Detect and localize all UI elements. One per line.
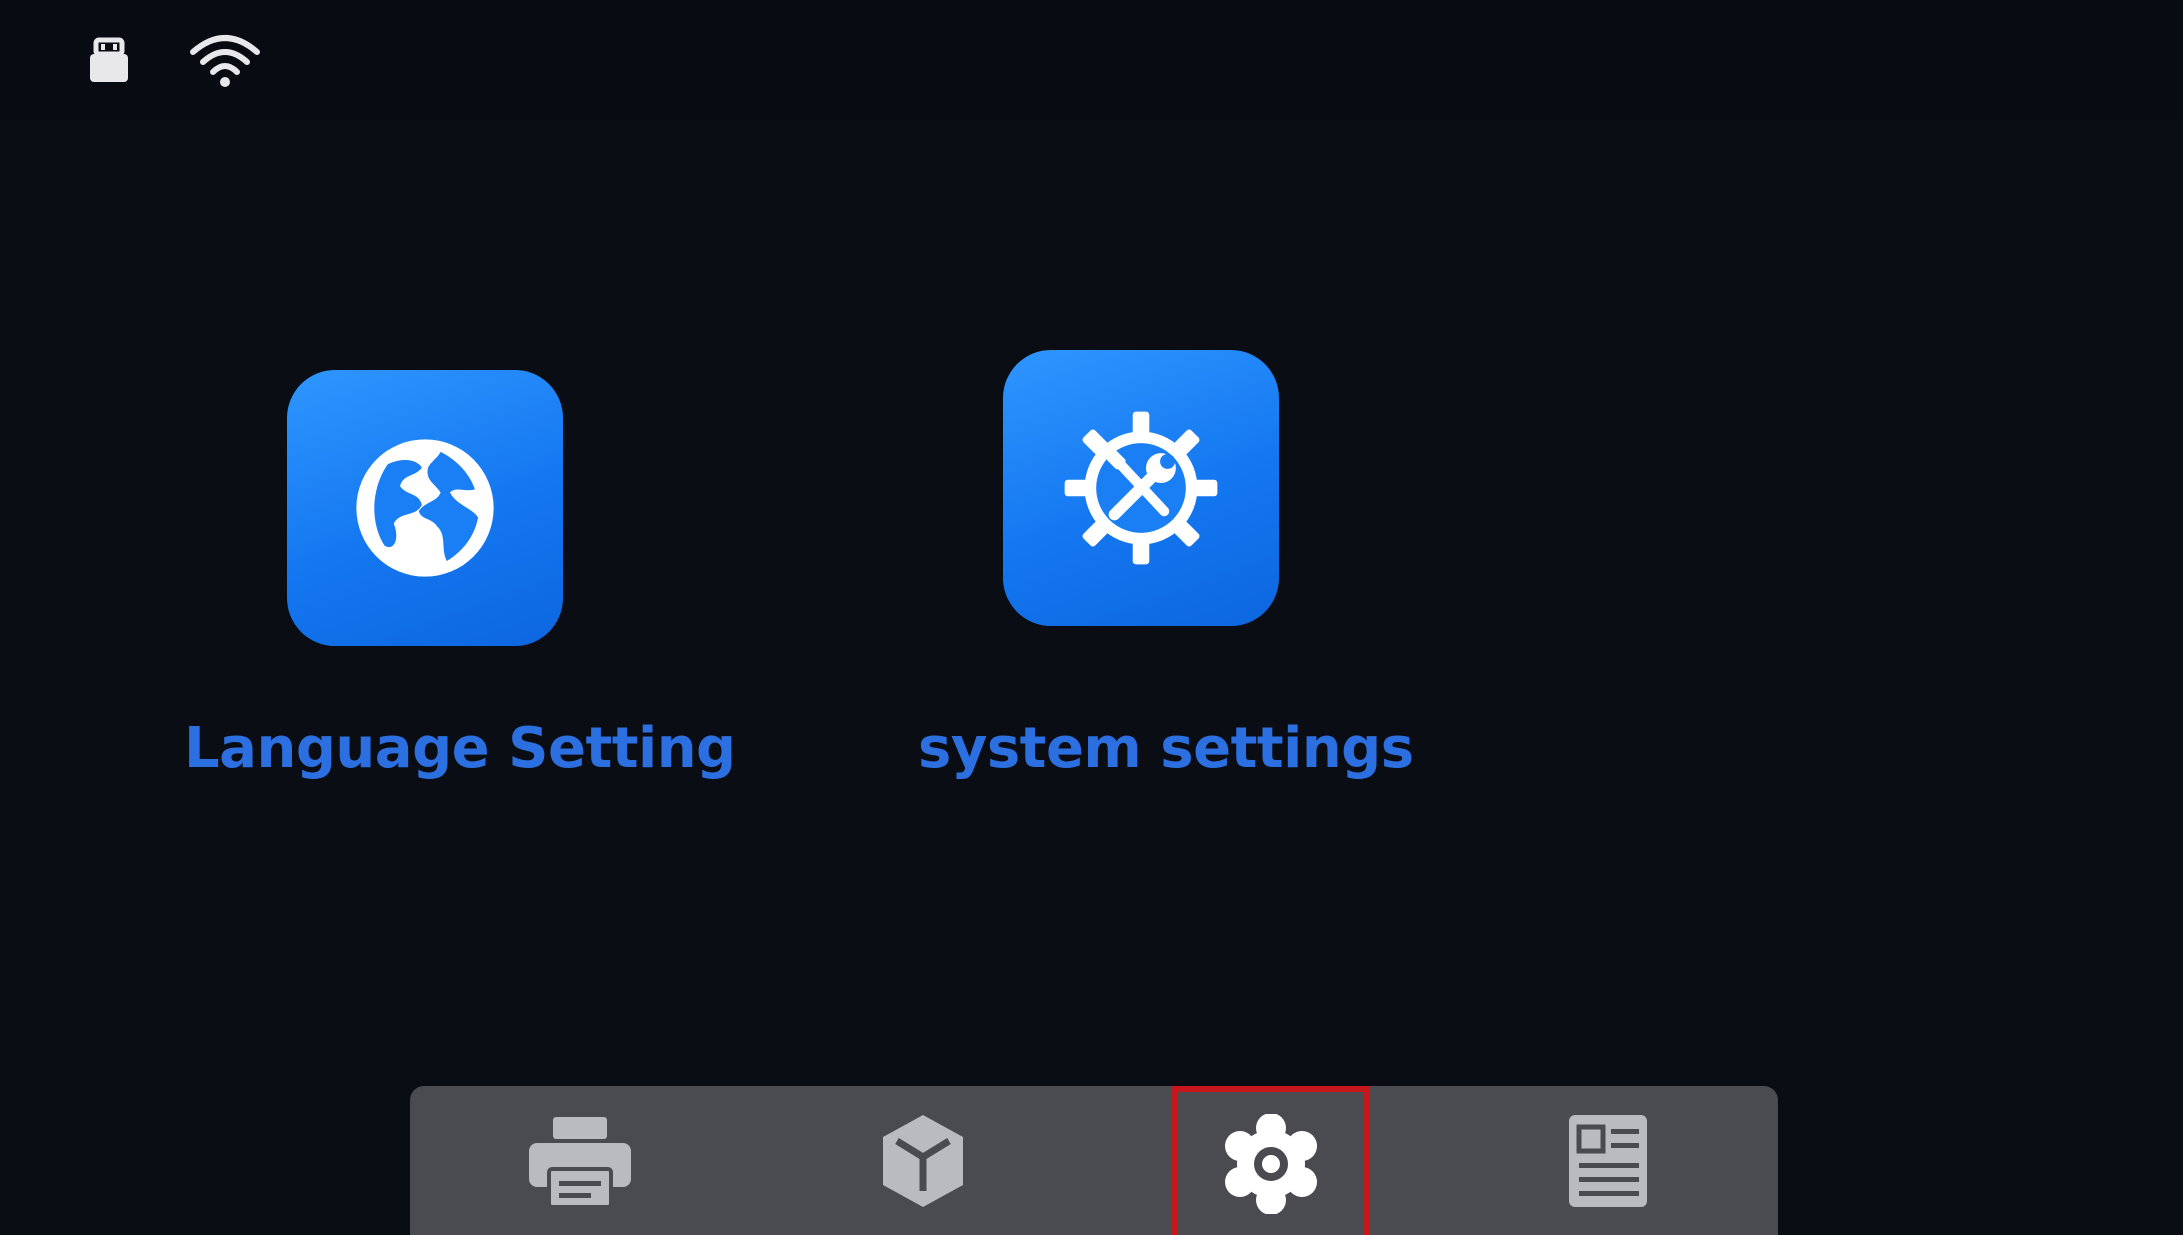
globe-icon bbox=[356, 439, 494, 577]
cube-icon bbox=[883, 1114, 963, 1207]
language-setting-label[interactable]: Language Setting bbox=[184, 716, 736, 781]
system-settings-label[interactable]: system settings bbox=[918, 716, 1414, 781]
language-setting-button[interactable] bbox=[287, 370, 563, 646]
printer-icon bbox=[529, 1116, 631, 1209]
nav-settings-button[interactable] bbox=[1172, 1086, 1370, 1235]
info-card-icon bbox=[1569, 1114, 1647, 1207]
usb-drive-icon bbox=[90, 37, 128, 82]
nav-print-button[interactable] bbox=[480, 1086, 680, 1235]
tools-gear-icon bbox=[1064, 411, 1218, 565]
bottom-nav-bar bbox=[410, 1086, 1778, 1235]
system-settings-button[interactable] bbox=[1003, 350, 1279, 626]
nav-model-button[interactable] bbox=[823, 1086, 1023, 1235]
wifi-icon bbox=[190, 35, 260, 87]
status-bar bbox=[0, 0, 2183, 120]
nav-info-button[interactable] bbox=[1508, 1086, 1708, 1235]
screen: Language Setting system settings bbox=[0, 0, 2183, 1235]
gear-icon bbox=[1225, 1113, 1317, 1214]
